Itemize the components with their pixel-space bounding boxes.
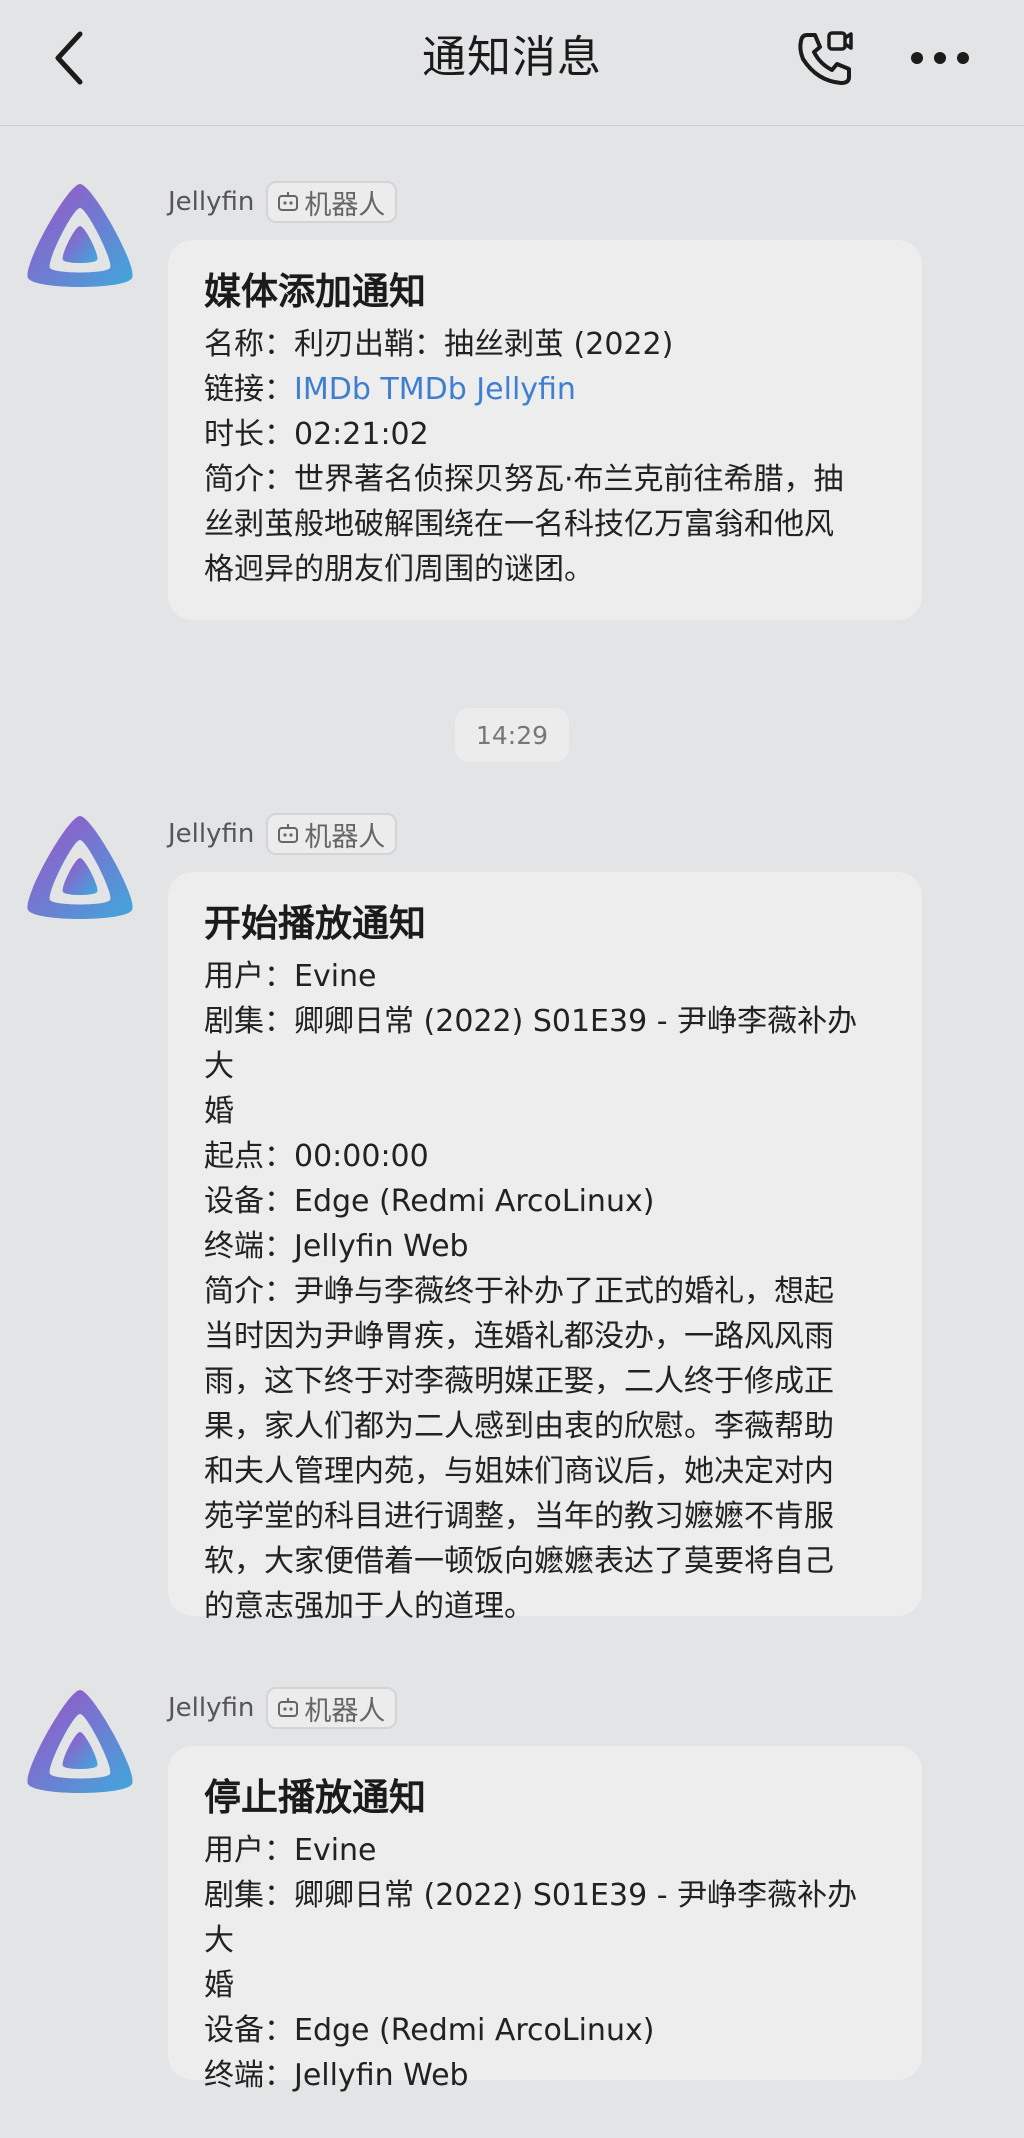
bubble-line: 的意志强加于人的道理。 xyxy=(204,1589,534,1624)
robot-icon xyxy=(278,1698,299,1717)
badge-label: 机器人 xyxy=(304,821,386,853)
sender-row: Jellyfin 机器人 xyxy=(168,1686,398,1730)
top-bar: 通知消息 xyxy=(0,0,1024,126)
sender-name: Jellyfin xyxy=(168,819,255,849)
bubble-line: 婚 xyxy=(204,1968,234,2003)
bubble-line: 时长：02:21:02 xyxy=(204,417,429,452)
bubble-line: 起点：00:00:00 xyxy=(204,1139,429,1174)
sender-row: Jellyfin 机器人 xyxy=(168,180,398,224)
more-dot xyxy=(934,52,946,64)
time-divider: 14:29 xyxy=(455,708,569,762)
bubble-line: 和夫人管理内苑，与姐妹们商议后，她决定对内 xyxy=(204,1454,834,1489)
sender-name: Jellyfin xyxy=(168,187,255,217)
bubble-line: 用户：Evine xyxy=(204,1833,377,1868)
bubble-line: 当时因为尹峥胃疾，连婚礼都没办，一路风风雨 xyxy=(204,1319,834,1354)
bubble-line: 终端：Jellyfin Web xyxy=(204,1229,469,1264)
more-dot xyxy=(957,52,969,64)
robot-icon xyxy=(278,824,299,843)
links-label: 链接： xyxy=(204,372,294,407)
page-title: 通知消息 xyxy=(422,32,602,83)
bubble-line: 剧集：卿卿日常 (2022) S01E39 - 尹峥李薇补办大 xyxy=(204,1004,858,1084)
notification-bubble[interactable]: 开始播放通知 用户：Evine 剧集：卿卿日常 (2022) S01E39 - … xyxy=(168,872,922,1624)
sender-name: Jellyfin xyxy=(168,1693,255,1723)
badge-label: 机器人 xyxy=(304,1695,386,1727)
bubble-line: 格迥异的朋友们周围的谜团。 xyxy=(204,552,594,587)
bubble-title: 停止播放通知 xyxy=(204,1776,426,1819)
bubble-line: 婚 xyxy=(204,1094,234,1129)
bubble-line: 简介：世界著名侦探贝努瓦·布兰克前往希腊，抽 xyxy=(204,462,844,497)
sender-row: Jellyfin 机器人 xyxy=(168,812,398,856)
badge-label: 机器人 xyxy=(304,189,386,221)
notification-bubble[interactable]: 媒体添加通知 名称：利刃出鞘：抽丝剥茧 (2022) 链接：IMDb TMDb … xyxy=(168,240,922,620)
bubble-title: 媒体添加通知 xyxy=(204,270,426,313)
jellyfin-logo-icon[interactable] xyxy=(20,180,140,300)
bubble-line: 简介：尹峥与李薇终于补办了正式的婚礼，想起 xyxy=(204,1274,834,1309)
call-button[interactable] xyxy=(790,24,860,94)
bot-badge: 机器人 xyxy=(266,813,398,855)
bubble-line: 软，大家便借着一顿饭向嬷嬷表达了莫要将自己 xyxy=(204,1544,834,1579)
bubble-line: 果，家人们都为二人感到由衷的欣慰。李薇帮助 xyxy=(204,1409,834,1444)
bubble-line: 终端：Jellyfin Web xyxy=(204,2058,469,2093)
media-links[interactable]: IMDb TMDb Jellyfin xyxy=(294,372,576,407)
bubble-line: 名称：利刃出鞘：抽丝剥茧 (2022) xyxy=(204,327,674,362)
bubble-line: 丝剥茧般地破解围绕在一名科技亿万富翁和他风 xyxy=(204,507,834,542)
bot-badge: 机器人 xyxy=(266,181,398,223)
more-button[interactable] xyxy=(900,28,980,88)
links-line: 链接：IMDb TMDb Jellyfin xyxy=(204,367,886,412)
phone-video-icon xyxy=(798,31,853,85)
bubble-line: 苑学堂的科目进行调整，当年的教习嬷嬷不肯服 xyxy=(204,1499,834,1534)
bubble-line: 设备：Edge (Redmi ArcoLinux) xyxy=(204,1184,655,1219)
bubble-line: 用户：Evine xyxy=(204,959,377,994)
bubble-line: 剧集：卿卿日常 (2022) S01E39 - 尹峥李薇补办大 xyxy=(204,1878,858,1958)
more-dot xyxy=(911,52,923,64)
notification-bubble[interactable]: 停止播放通知 用户：Evine 剧集：卿卿日常 (2022) S01E39 - … xyxy=(168,1746,922,2093)
jellyfin-logo-icon[interactable] xyxy=(20,1686,140,1806)
bot-badge: 机器人 xyxy=(266,1687,398,1729)
robot-icon xyxy=(278,192,299,211)
bubble-line: 雨，这下终于对李薇明媒正娶，二人终于修成正 xyxy=(204,1364,834,1399)
bubble-line: 设备：Edge (Redmi ArcoLinux) xyxy=(204,2013,655,2048)
jellyfin-logo-icon[interactable] xyxy=(20,812,140,932)
bubble-title: 开始播放通知 xyxy=(204,902,426,945)
